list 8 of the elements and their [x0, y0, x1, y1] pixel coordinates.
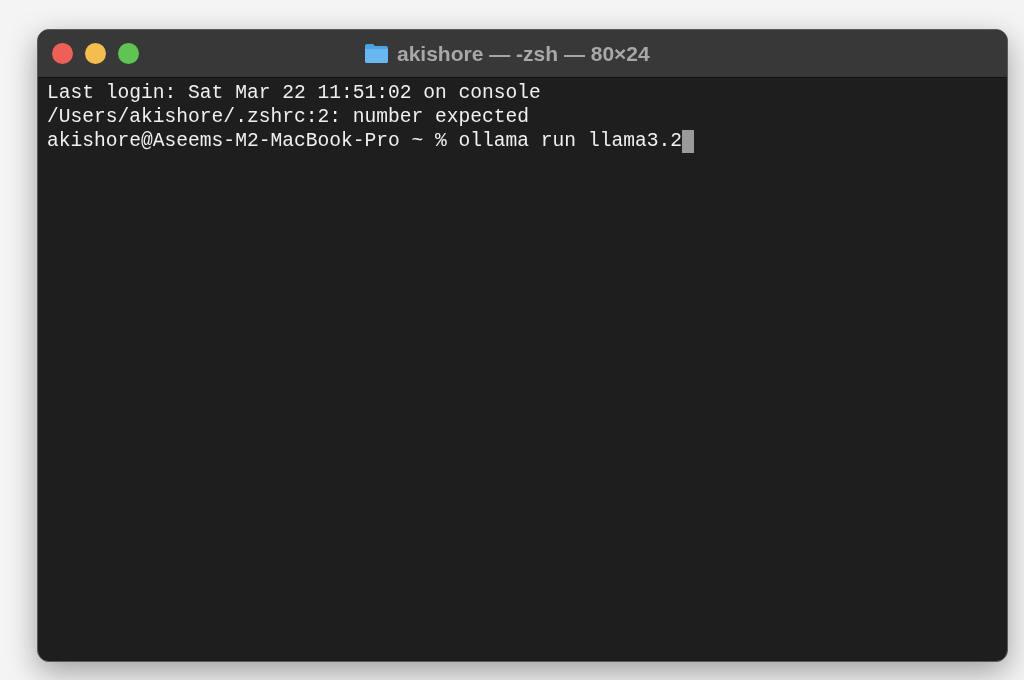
- terminal-line: akishore@Aseems-M2-MacBook-Pro ~ % ollama run llama3.2: [47, 129, 682, 153]
- terminal-line: Last login: Sat Mar 22 11:51:02 on console: [47, 81, 541, 105]
- minimize-button[interactable]: [85, 43, 106, 64]
- folder-icon: [364, 43, 389, 64]
- terminal-line: /Users/akishore/.zshrc:2: number expected: [47, 105, 530, 129]
- close-button[interactable]: [52, 43, 73, 64]
- zoom-button[interactable]: [118, 43, 139, 64]
- window-title: akishore — -zsh — 80×24: [397, 40, 650, 67]
